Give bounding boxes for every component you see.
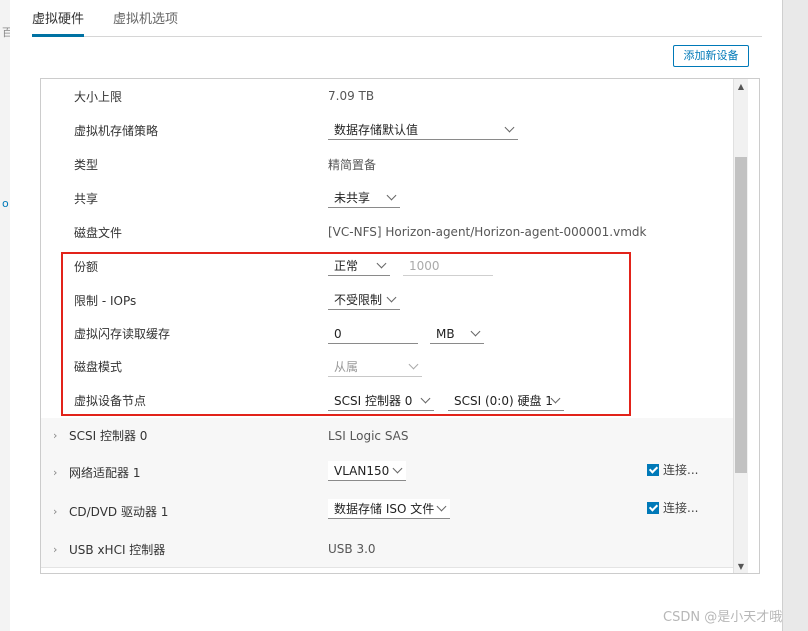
dropdown-value: 不受限制 (334, 293, 383, 307)
section-label: CD/DVD 驱动器 1 (69, 504, 169, 519)
checkbox-checked-icon[interactable] (647, 501, 659, 514)
type-value: 精简置备 (328, 157, 377, 172)
sharing-dropdown[interactable]: 未共享 (328, 188, 400, 208)
chevron-right-icon[interactable]: › (53, 491, 57, 531)
device-node-dropdown[interactable]: SCSI (0:0) 硬盘 1 (448, 391, 564, 411)
scroll-down-arrow-icon[interactable]: ▼ (734, 559, 748, 573)
shares-dropdown[interactable]: 正常 (328, 256, 390, 276)
size-limit-value: 7.09 TB (328, 89, 375, 103)
background-text: o (2, 197, 9, 210)
disk-mode-dropdown[interactable]: 从属 (328, 357, 422, 377)
chevron-down-icon (470, 326, 481, 337)
dropdown-value: VLAN150 (334, 463, 390, 478)
row-disk-mode: 磁盘模式 从属 (41, 350, 733, 384)
tab-virtual-hardware[interactable]: 虚拟硬件 (32, 6, 85, 37)
row-sharing: 共享 未共享 (41, 181, 733, 216)
storage-policy-dropdown[interactable]: 数据存储默认值 (328, 120, 518, 140)
row-label: 虚拟设备节点 (74, 394, 147, 408)
scrollbar-thumb[interactable] (735, 157, 747, 473)
chevron-down-icon (392, 463, 403, 474)
row-label: 限制 - IOPs (74, 293, 137, 308)
chevron-down-icon (504, 122, 515, 133)
section-label: USB xHCI 控制器 (69, 542, 166, 557)
section-label: 网络适配器 1 (69, 465, 141, 480)
section-usb-controller[interactable]: › USB xHCI 控制器 USB 3.0 (41, 531, 733, 568)
row-storage-policy: 虚拟机存储策略 数据存储默认值 (41, 113, 733, 148)
checkbox-checked-icon[interactable] (647, 463, 659, 476)
dropdown-value: 从属 (334, 360, 359, 374)
row-device-node: 虚拟设备节点 SCSI 控制器 0 SCSI (0:0) 硬盘 1 (41, 383, 733, 419)
row-label: 虚拟机存储策略 (74, 123, 159, 138)
chevron-down-icon (408, 359, 419, 370)
row-size-limit: 大小上限 7.09 TB (41, 79, 733, 114)
row-flash-cache: 虚拟闪存读取缓存 0 MB (41, 317, 733, 351)
flash-cache-unit-dropdown[interactable]: MB (430, 324, 484, 344)
device-node-controller-dropdown[interactable]: SCSI 控制器 0 (328, 391, 434, 411)
chevron-right-icon[interactable]: › (53, 531, 57, 567)
chevron-down-icon (386, 190, 397, 201)
row-label: 份额 (74, 259, 99, 274)
row-label: 共享 (74, 191, 99, 206)
row-limit-iops: 限制 - IOPs 不受限制 (41, 283, 733, 318)
dropdown-value: 正常 (334, 259, 359, 273)
row-disk-file: 磁盘文件 [VC-NFS] Horizon-agent/Horizon-agen… (41, 215, 733, 250)
chevron-right-icon[interactable]: › (53, 418, 57, 453)
disk-file-value: [VC-NFS] Horizon-agent/Horizon-agent-000… (328, 225, 647, 239)
section-cd-dvd[interactable]: › CD/DVD 驱动器 1 数据存储 ISO 文件 连接... (41, 491, 733, 532)
dropdown-value: 数据存储 ISO 文件 (334, 502, 435, 516)
dropdown-value: SCSI 控制器 0 (334, 394, 413, 408)
cd-dvd-connect-checkbox[interactable]: 连接... (647, 499, 698, 516)
row-label: 大小上限 (74, 89, 123, 104)
tab-bar: 虚拟硬件 虚拟机选项 (32, 6, 762, 37)
chevron-down-icon (376, 258, 387, 269)
flash-cache-input[interactable]: 0 (328, 324, 418, 344)
chevron-down-icon (436, 501, 447, 512)
hardware-panel: 大小上限 7.09 TB 虚拟机存储策略 数据存储默认值 类型 精简置备 共享 … (40, 78, 760, 574)
vertical-scrollbar[interactable]: ▲ ▼ (733, 79, 748, 573)
network-dropdown[interactable]: VLAN150 (328, 461, 406, 481)
chevron-right-icon[interactable]: › (53, 453, 57, 491)
row-label: 虚拟闪存读取缓存 (74, 327, 171, 341)
section-scsi-controller[interactable]: › SCSI 控制器 0 LSI Logic SAS (41, 418, 733, 454)
row-shares: 份额 正常 1000 (41, 249, 733, 284)
section-label: SCSI 控制器 0 (69, 429, 148, 443)
usb-value: USB 3.0 (328, 542, 376, 556)
add-new-device-button[interactable]: 添加新设备 (673, 45, 749, 67)
cd-dvd-dropdown[interactable]: 数据存储 ISO 文件 (328, 499, 450, 519)
checkbox-label: 连接... (663, 501, 699, 515)
section-network-adapter[interactable]: › 网络适配器 1 VLAN150 连接... (41, 453, 733, 492)
checkbox-label: 连接... (663, 463, 699, 477)
scroll-up-arrow-icon[interactable]: ▲ (734, 79, 748, 93)
hardware-list: 大小上限 7.09 TB 虚拟机存储策略 数据存储默认值 类型 精简置备 共享 … (41, 79, 733, 573)
dropdown-value: MB (436, 326, 455, 341)
tab-vm-options[interactable]: 虚拟机选项 (113, 6, 178, 34)
row-label: 类型 (74, 157, 99, 172)
network-connect-checkbox[interactable]: 连接... (647, 461, 698, 478)
chevron-down-icon (386, 292, 397, 303)
row-label: 磁盘文件 (74, 225, 123, 240)
background-window-right (782, 0, 808, 631)
limit-iops-dropdown[interactable]: 不受限制 (328, 290, 400, 310)
row-type: 类型 精简置备 (41, 147, 733, 182)
shares-input[interactable]: 1000 (403, 256, 493, 276)
chevron-down-icon (420, 393, 431, 404)
dropdown-value: 未共享 (334, 191, 371, 205)
edit-settings-dialog: 虚拟硬件 虚拟机选项 添加新设备 大小上限 7.09 TB 虚拟机存储策略 数据… (10, 0, 782, 631)
dropdown-value: 数据存储默认值 (334, 123, 419, 137)
watermark: CSDN @是小天才哦 (663, 610, 783, 625)
dropdown-value: SCSI (0:0) 硬盘 1 (454, 394, 553, 408)
row-label: 磁盘模式 (74, 360, 123, 374)
scsi-value: LSI Logic SAS (328, 428, 409, 443)
